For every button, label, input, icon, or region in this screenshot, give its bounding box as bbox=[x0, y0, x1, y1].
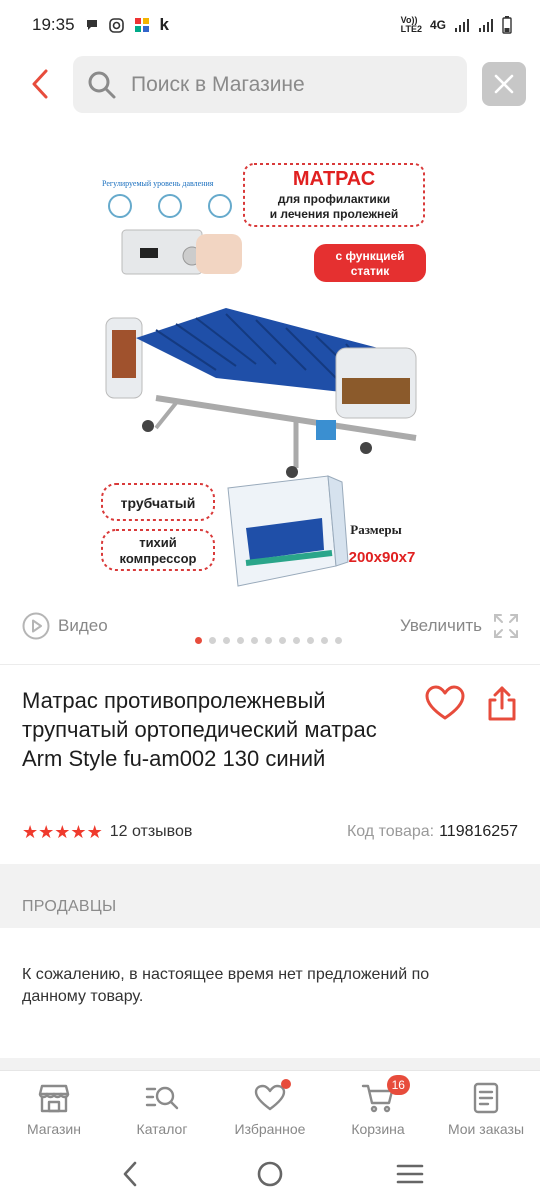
star-icon: ★ bbox=[22, 821, 38, 842]
catalog-search-icon bbox=[145, 1081, 179, 1115]
status-right: Vo)) LTE2 4G bbox=[401, 16, 512, 34]
system-recents-button[interactable] bbox=[390, 1154, 430, 1194]
reviews-link[interactable]: 12 отзывов bbox=[110, 823, 193, 841]
gallery-bar: Видео Увеличить bbox=[0, 606, 540, 650]
nav-label-orders: Мои заказы bbox=[447, 1121, 525, 1137]
nav-item-catalog[interactable]: Каталог bbox=[108, 1071, 216, 1148]
cart-badge-count: 16 bbox=[386, 1075, 410, 1095]
k-app-icon: k bbox=[159, 15, 170, 34]
headline-subline-1: для профилактики bbox=[278, 192, 390, 206]
gallery-dots bbox=[195, 637, 342, 644]
nav-item-store[interactable]: Магазин bbox=[0, 1071, 108, 1148]
signal-icon bbox=[455, 19, 469, 32]
back-button[interactable] bbox=[22, 64, 58, 104]
system-menu-icon bbox=[396, 1164, 424, 1184]
compressor-line-2: компрессор bbox=[120, 551, 197, 566]
favorite-button[interactable] bbox=[424, 684, 466, 724]
orders-icon bbox=[469, 1081, 503, 1115]
tube-label: трубчатый bbox=[121, 495, 196, 511]
gallery-dot[interactable] bbox=[293, 637, 300, 644]
play-icon bbox=[22, 612, 50, 640]
search-input[interactable] bbox=[131, 72, 451, 97]
gallery-dot[interactable] bbox=[195, 637, 202, 644]
rating-stars: ★ ★ ★ ★ ★ bbox=[22, 821, 103, 843]
signal-icon-2 bbox=[479, 19, 493, 32]
search-header bbox=[0, 54, 540, 114]
gallery-dot[interactable] bbox=[223, 637, 230, 644]
gallery-dot[interactable] bbox=[279, 637, 286, 644]
system-nav-bar bbox=[0, 1148, 540, 1200]
no-offers-message: К сожалению, в настоящее время нет предл… bbox=[22, 966, 430, 1005]
gallery-dot[interactable] bbox=[251, 637, 258, 644]
app-grid-icon bbox=[134, 18, 149, 32]
favorites-badge-dot bbox=[280, 1079, 291, 1089]
search-box[interactable] bbox=[73, 56, 467, 113]
nav-item-orders[interactable]: Мои заказы bbox=[432, 1071, 540, 1148]
sellers-header-band bbox=[0, 864, 540, 928]
volte-label: Vo)) LTE2 bbox=[400, 15, 422, 34]
share-button[interactable] bbox=[482, 684, 522, 724]
divider bbox=[0, 664, 540, 665]
section-separator bbox=[0, 1058, 540, 1070]
function-line-1: с функцией bbox=[335, 249, 404, 263]
video-label: Видео bbox=[58, 616, 108, 635]
gallery-dot[interactable] bbox=[209, 637, 216, 644]
nav-item-favorites[interactable]: Избранное bbox=[216, 1071, 324, 1148]
system-back-button[interactable] bbox=[110, 1154, 150, 1194]
store-icon bbox=[37, 1081, 71, 1115]
gallery-dot[interactable] bbox=[307, 637, 314, 644]
search-icon bbox=[88, 71, 116, 98]
sizes-value: 200х90х7 bbox=[349, 549, 416, 566]
zoom-button[interactable]: Увеличить bbox=[400, 612, 520, 640]
share-icon bbox=[488, 686, 516, 721]
product-code-label: Код товара: bbox=[346, 823, 435, 840]
gallery-dot[interactable] bbox=[335, 637, 342, 644]
gallery-dot[interactable] bbox=[237, 637, 244, 644]
instagram-icon bbox=[108, 17, 124, 33]
notification-icons: k bbox=[85, 15, 169, 35]
star-icon: ★ bbox=[38, 821, 54, 842]
nav-label-catalog: Каталог bbox=[136, 1121, 188, 1137]
pressure-dials bbox=[108, 194, 232, 218]
status-bar: 19:35 k Vo)) LTE2 4G bbox=[0, 0, 540, 50]
nav-label-cart: Корзина bbox=[351, 1121, 405, 1137]
zoom-label: Увеличить bbox=[400, 616, 482, 635]
battery-icon bbox=[502, 16, 512, 34]
close-icon bbox=[494, 74, 514, 94]
nav-label-store: Магазин bbox=[26, 1121, 81, 1137]
sizes-label: Размеры bbox=[350, 522, 402, 537]
gallery-dot[interactable] bbox=[265, 637, 272, 644]
pressure-caption: Регулируемый уровень давления bbox=[102, 179, 214, 188]
video-button[interactable]: Видео bbox=[22, 612, 108, 640]
chevron-left-icon bbox=[32, 69, 48, 99]
system-home-icon bbox=[257, 1161, 283, 1187]
headline-subline-2: и лечения пролежней bbox=[270, 207, 399, 221]
headline-text: МАТРАС bbox=[293, 168, 375, 190]
message-icon bbox=[86, 20, 97, 30]
product-title: Матрас противопролежневый трупчатый орто… bbox=[22, 688, 377, 771]
status-time: 19:35 bbox=[32, 15, 75, 34]
bottom-nav: Магазин Каталог Избранное 16 Корзина Мои… bbox=[0, 1070, 540, 1148]
product-image[interactable]: Регулируемый уровень давления МАТРАС для… bbox=[96, 158, 442, 594]
product-illustration: Регулируемый уровень давления МАТРАС для… bbox=[96, 158, 442, 594]
system-back-icon bbox=[123, 1161, 137, 1187]
rating-row: ★ ★ ★ ★ ★ 12 отзывов Код товара: 119816257 bbox=[22, 820, 518, 844]
network-type: 4G bbox=[429, 18, 446, 32]
product-code-value: 119816257 bbox=[439, 823, 518, 840]
compressor-line-1: тихий bbox=[139, 535, 177, 550]
heart-outline-icon bbox=[425, 685, 465, 720]
star-icon: ★ bbox=[70, 821, 86, 842]
gallery-dot[interactable] bbox=[321, 637, 328, 644]
nav-item-cart[interactable]: 16 Корзина bbox=[324, 1071, 432, 1148]
function-line-2: статик bbox=[351, 264, 390, 278]
sellers-header: ПРОДАВЦЫ bbox=[22, 898, 117, 915]
expand-icon bbox=[494, 614, 518, 638]
nav-label-favorites: Избранное bbox=[234, 1121, 306, 1137]
star-icon: ★ bbox=[86, 821, 103, 842]
star-icon: ★ bbox=[54, 821, 70, 842]
close-button[interactable] bbox=[482, 62, 526, 106]
system-home-button[interactable] bbox=[250, 1154, 290, 1194]
